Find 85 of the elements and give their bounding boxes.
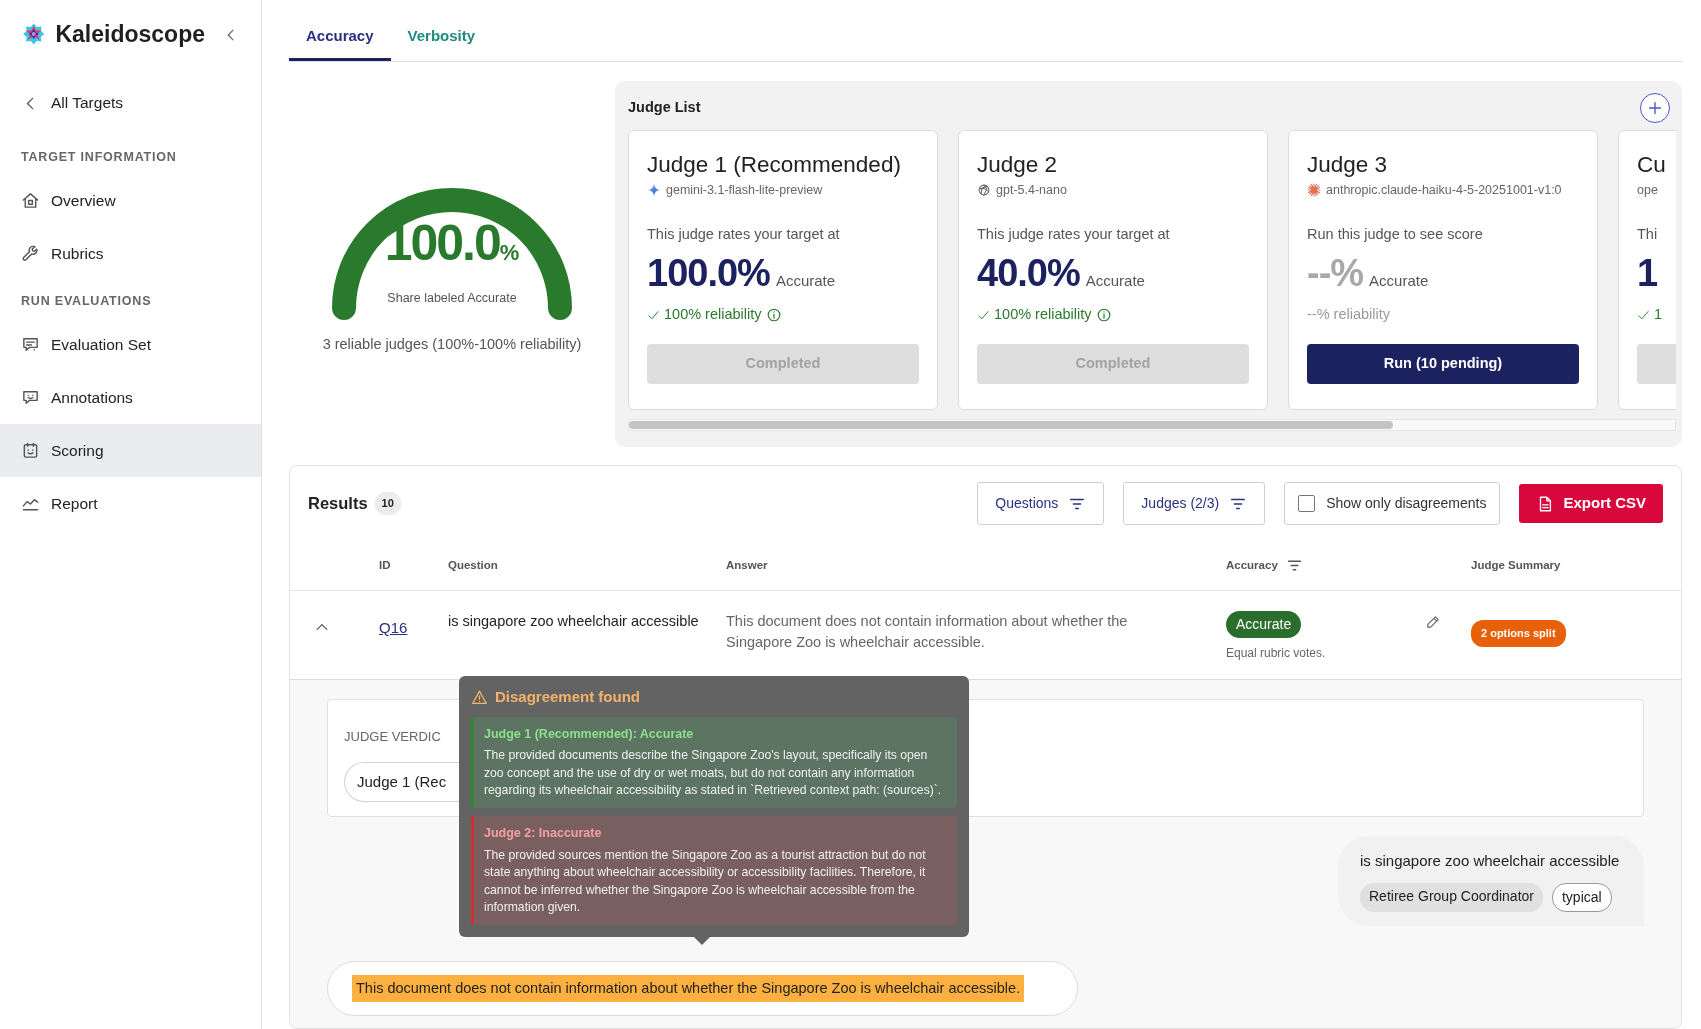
checkbox[interactable] [1298,495,1316,512]
export-button[interactable]: Export CSV [1519,484,1663,523]
edit-button[interactable] [1425,614,1441,630]
verdicts-label: JUDGE VERDIC [344,728,441,746]
section-heading: TARGET INFORMATION [21,149,178,166]
add-button[interactable] [1640,93,1670,123]
opinion-text: The provided sources mention the Singapore Zoo as a tourist attraction but do not state anything about wheelchair accessibility or accessibility facilities. Therefore, it cannot be inferred whether the Singapore Zoo is wheelchair accessible from the information given. [484,846,927,916]
row-id-link[interactable]: Q16 [379,617,448,640]
score-caption: This judge rates your target at [977,225,1171,243]
opinion-heading: Judge 2: Inaccurate [484,824,603,842]
column-header: Accuracy [1226,557,1278,573]
app-name: Kaleidoscope [55,19,205,49]
sidebar-item[interactable]: Overview [0,174,261,227]
asterisk-icon [1307,183,1321,197]
tab[interactable]: Accuracy [289,0,391,61]
tab[interactable]: Verbosity [390,0,493,61]
summary-badge: 2 options split [1471,620,1566,647]
model-name: gpt-5.4-nano [996,182,1067,199]
calendar-smile-icon [21,441,40,460]
score-value: 40.0% [977,251,1080,296]
warning-icon [471,688,488,706]
judge-title: Cu [1637,151,1667,179]
info-icon [765,307,782,323]
column-header: Judge Summary [1471,557,1561,573]
tag: typical [1552,882,1612,912]
reliability-text: 100% reliability [664,305,762,325]
disagreements-toggle[interactable]: Show only disagreements [1284,482,1501,525]
accuracy-badge: Accurate [1226,611,1302,638]
opinion-heading: Judge 1 (Recommended): Accurate [484,725,695,743]
score-caption: This judge rates your target at [647,225,841,243]
score-value: 100.0% [647,251,770,296]
score-label: Accurate [1369,271,1429,291]
model-name: anthropic.claude-haiku-4-5-20251001-v1:0 [1326,182,1562,199]
completed-button: Completed [977,344,1249,384]
judge-title: Judge 3 [1307,151,1389,179]
column-header: Answer [726,557,768,573]
gauge-summary: 3 reliable judges (100%-100% reliability) [322,335,582,354]
filter-button[interactable]: Questions [977,482,1105,525]
chat-question-icon [21,335,40,354]
filter-button[interactable]: Judges (2/3) [1123,482,1266,525]
chat-smile-icon [21,388,40,407]
house-icon [21,191,40,210]
question-text: is singapore zoo wheelchair accessible [1360,851,1621,871]
answer-text: This document does not contain information about whether the Singapore Zoo is wheelchair accessible. [352,974,1025,1003]
toggle-label: Show only disagreements [1326,494,1487,513]
score-label: Accurate [1085,271,1145,291]
accuracy-note: Equal rubric votes. [1226,645,1327,662]
plus-icon [1646,99,1664,117]
tag: Retiree Group Coordinator [1360,882,1543,912]
opinion-text: The provided documents describe the Singapore Zoo's layout, specifically its open zoo concept and the use of dry or wet moats, but do not contain any information regarding its wheelchair accessibility as stated in `Retrieved context path: (sources)`. [484,747,943,800]
sparkle-icon [647,183,661,197]
gauge-caption: Share labeled Accurate [386,290,518,307]
answer-text: This document does not contain information about whether the Singapore Zoo is wheelchair accessible. [726,612,1129,652]
sidebar-item[interactable]: Scoring [0,424,261,477]
back-link[interactable]: All Targets [0,80,261,126]
score-value: --% [1307,251,1364,296]
score-caption: Thi [1637,225,1659,243]
score-label: Accurate [775,271,836,291]
run-button[interactable]: Run (10 pending) [1307,344,1579,384]
wrench-icon [21,244,40,263]
section-heading: RUN EVALUATIONS [21,293,153,310]
column-header: ID [379,557,391,573]
gauge-value: 100.0% [383,218,521,268]
reliability-text: 100% reliability [994,305,1092,325]
reliability-text: 1 [1654,305,1663,325]
judge-title: Judge 2 [977,151,1059,179]
results-title: Results [308,493,368,515]
info-icon [1095,307,1112,323]
score-caption: Run this judge to see score [1307,225,1484,243]
sidebar-item[interactable]: Report [0,477,261,530]
model-name: gemini-3.1-flash-lite-preview [666,182,823,199]
score-value: 1 [1637,251,1658,296]
scrollbar-thumb[interactable] [629,421,1393,429]
reliability-text: --% reliability [1307,305,1390,325]
panel-title: Judge List [628,98,701,118]
model-name: ope [1637,182,1658,199]
sidebar-item[interactable]: Rubrics [0,227,261,280]
question-text: is singapore zoo wheelchair accessible [448,612,700,631]
sidebar-item[interactable]: Evaluation Set [0,318,261,371]
judge-title: Judge 1 (Recommended) [647,151,902,179]
tooltip-title: Disagreement found [495,687,641,707]
count-badge: 10 [374,492,401,515]
completed-button: Completed [647,344,919,384]
sidebar-item[interactable]: Annotations [0,371,261,424]
column-header: Question [448,557,498,573]
